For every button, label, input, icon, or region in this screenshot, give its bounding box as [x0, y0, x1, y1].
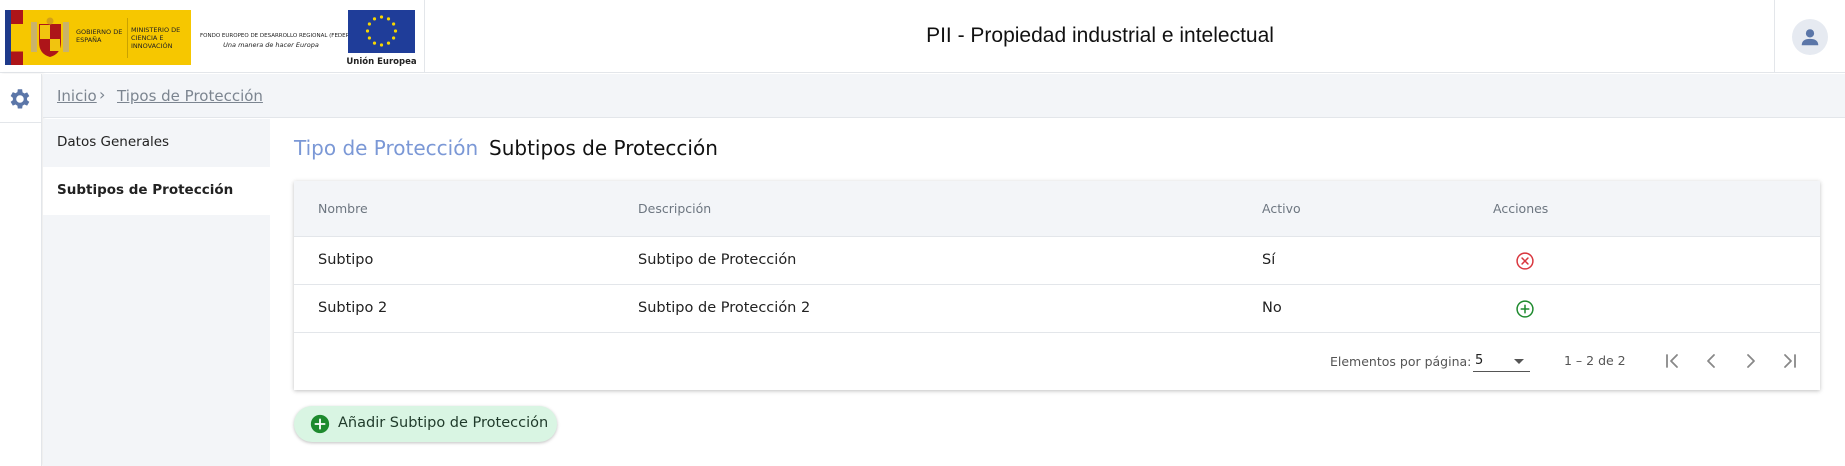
coat-of-arms-icon [31, 17, 69, 57]
add-circle-icon [310, 414, 330, 434]
side-menu: Datos Generales Subtipos de Protección [43, 119, 270, 466]
flag-edge [5, 10, 11, 65]
items-per-page-label: Elementos por página: [1330, 354, 1472, 369]
ministerio-text: MINISTERIO DE CIENCIA E INNOVACIÓN [131, 26, 181, 50]
avatar[interactable] [1792, 19, 1828, 55]
first-page-icon[interactable] [1660, 349, 1684, 373]
side-item-datos-generales[interactable]: Datos Generales [43, 119, 270, 167]
page-size-value: 5 [1475, 353, 1484, 368]
page-size-select[interactable]: 5 [1473, 350, 1530, 372]
add-subtipo-label: Añadir Subtipo de Protección [338, 415, 549, 431]
logo-separator [127, 18, 128, 58]
page-range-label: 1 – 2 de 2 [1564, 353, 1626, 368]
circle-plus-icon[interactable] [1515, 299, 1535, 319]
feder-line-2: Una manera de hacer Europa [223, 41, 319, 49]
institutional-logos: GOBIERNO DE ESPAÑA MINISTERIO DE CIENCIA… [0, 0, 425, 73]
side-item-subtipos[interactable]: Subtipos de Protección [43, 167, 270, 215]
app-header: GOBIERNO DE ESPAÑA MINISTERIO DE CIENCIA… [0, 0, 1845, 73]
table-header: Nombre Descripción Activo Acciones [294, 181, 1820, 237]
page-title-entity: Tipo de Protección [294, 136, 479, 160]
cell-activo: No [1262, 300, 1282, 316]
user-icon [1801, 29, 1819, 46]
breadcrumb-home[interactable]: Inicio [57, 87, 97, 105]
table-row: Subtipo Subtipo de Protección Sí [294, 237, 1820, 285]
add-subtipo-button[interactable]: Añadir Subtipo de Protección [294, 406, 557, 442]
user-menu[interactable] [1774, 0, 1845, 73]
last-page-icon[interactable] [1778, 349, 1802, 373]
feder-line-1: FONDO EUROPEO DE DESARROLLO REGIONAL (FE… [200, 33, 352, 39]
nav-rail [0, 74, 42, 466]
cell-descripcion: Subtipo de Protección 2 [638, 300, 811, 316]
feder-logo: FONDO EUROPEO DE DESARROLLO REGIONAL (FE… [200, 33, 352, 49]
caret-down-icon [1514, 359, 1524, 364]
breadcrumb-separator: › [99, 85, 106, 104]
app-title: PII - Propiedad industrial e intelectual [926, 24, 1274, 47]
cell-activo: Sí [1262, 252, 1276, 268]
chevron-right-icon[interactable] [1739, 349, 1763, 373]
eu-flag-icon [348, 10, 415, 53]
rail-divider [0, 122, 42, 123]
paginator: Elementos por página: 5 1 – 2 de 2 [294, 333, 1820, 390]
circle-x-icon[interactable] [1515, 251, 1535, 271]
cell-descripcion: Subtipo de Protección [638, 252, 797, 268]
cell-nombre: Subtipo 2 [318, 300, 388, 316]
gobierno-logo: GOBIERNO DE ESPAÑA MINISTERIO DE CIENCIA… [5, 10, 191, 65]
chevron-left-icon[interactable] [1699, 349, 1723, 373]
gear-icon[interactable] [6, 86, 32, 112]
gobierno-text: GOBIERNO DE ESPAÑA [76, 28, 123, 44]
page-title-section: Subtipos de Protección [489, 136, 718, 160]
column-header-activo[interactable]: Activo [1262, 201, 1301, 216]
subtipos-table: Nombre Descripción Activo Acciones Subti… [294, 181, 1820, 390]
breadcrumb-current[interactable]: Tipos de Protección [117, 87, 263, 105]
cell-nombre: Subtipo [318, 252, 374, 268]
table-row: Subtipo 2 Subtipo de Protección 2 No [294, 285, 1820, 333]
eu-label: Unión Europea [346, 57, 417, 67]
column-header-acciones: Acciones [1493, 201, 1549, 216]
column-header-nombre[interactable]: Nombre [318, 201, 368, 216]
column-header-descripcion[interactable]: Descripción [638, 201, 711, 216]
breadcrumb: Inicio › Tipos de Protección [43, 74, 1845, 118]
